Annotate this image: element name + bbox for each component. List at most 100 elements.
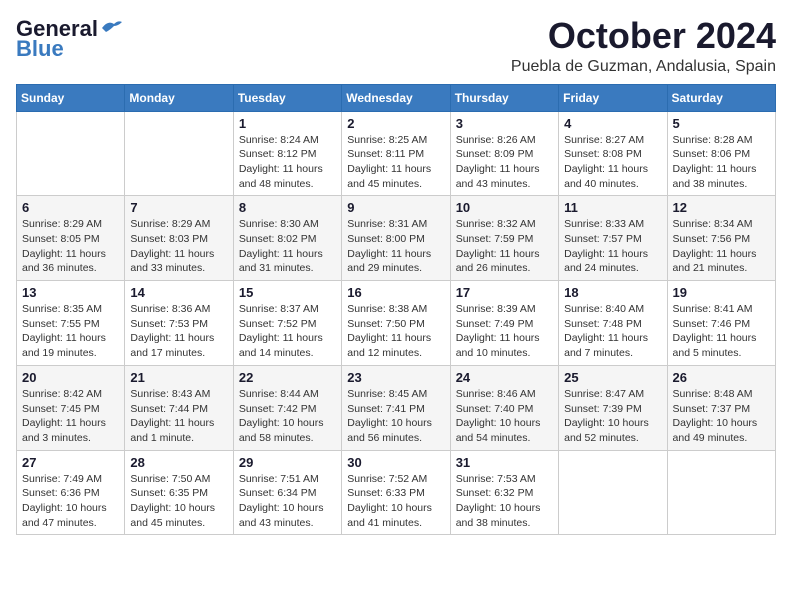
day-number: 31 bbox=[456, 455, 553, 470]
logo: General Blue bbox=[16, 16, 122, 62]
calendar-cell: 20 Sunrise: 8:42 AM Sunset: 7:45 PM Dayli… bbox=[17, 365, 125, 450]
day-number: 6 bbox=[22, 200, 119, 215]
day-number: 5 bbox=[673, 116, 770, 131]
day-info: Sunrise: 8:24 AM Sunset: 8:12 PM Dayligh… bbox=[239, 133, 336, 192]
day-info: Sunrise: 8:45 AM Sunset: 7:41 PM Dayligh… bbox=[347, 387, 444, 446]
day-number: 23 bbox=[347, 370, 444, 385]
day-info: Sunrise: 8:44 AM Sunset: 7:42 PM Dayligh… bbox=[239, 387, 336, 446]
calendar-table: SundayMondayTuesdayWednesdayThursdayFrid… bbox=[16, 84, 776, 536]
calendar-cell: 31 Sunrise: 7:53 AM Sunset: 6:32 PM Dayli… bbox=[450, 450, 558, 535]
day-info: Sunrise: 8:35 AM Sunset: 7:55 PM Dayligh… bbox=[22, 302, 119, 361]
logo-blue-text: Blue bbox=[16, 36, 64, 62]
calendar-cell: 6 Sunrise: 8:29 AM Sunset: 8:05 PM Daylig… bbox=[17, 196, 125, 281]
calendar-cell: 15 Sunrise: 8:37 AM Sunset: 7:52 PM Dayli… bbox=[233, 281, 341, 366]
day-number: 11 bbox=[564, 200, 661, 215]
day-info: Sunrise: 7:50 AM Sunset: 6:35 PM Dayligh… bbox=[130, 472, 227, 531]
calendar-week-row: 1Sunrise: 8:24 AM Sunset: 8:12 PM Daylig… bbox=[17, 111, 776, 196]
calendar-cell: 30Sunrise: 7:52 AM Sunset: 6:33 PM Dayli… bbox=[342, 450, 450, 535]
calendar-cell bbox=[559, 450, 667, 535]
day-info: Sunrise: 7:53 AM Sunset: 6:32 PM Dayligh… bbox=[456, 472, 553, 531]
day-number: 7 bbox=[130, 200, 227, 215]
calendar-cell: 11 Sunrise: 8:33 AM Sunset: 7:57 PM Dayli… bbox=[559, 196, 667, 281]
calendar-cell: 29 Sunrise: 7:51 AM Sunset: 6:34 PM Dayli… bbox=[233, 450, 341, 535]
day-number: 28 bbox=[130, 455, 227, 470]
day-number: 24 bbox=[456, 370, 553, 385]
day-info: Sunrise: 8:30 AM Sunset: 8:02 PM Dayligh… bbox=[239, 217, 336, 276]
logo-bird-icon bbox=[100, 18, 122, 36]
day-number: 25 bbox=[564, 370, 661, 385]
col-header-saturday: Saturday bbox=[667, 84, 775, 111]
day-number: 2 bbox=[347, 116, 444, 131]
calendar-cell: 28 Sunrise: 7:50 AM Sunset: 6:35 PM Dayli… bbox=[125, 450, 233, 535]
day-number: 3 bbox=[456, 116, 553, 131]
calendar-cell: 14 Sunrise: 8:36 AM Sunset: 7:53 PM Dayli… bbox=[125, 281, 233, 366]
day-number: 22 bbox=[239, 370, 336, 385]
calendar-cell: 7Sunrise: 8:29 AM Sunset: 8:03 PM Daylig… bbox=[125, 196, 233, 281]
day-number: 19 bbox=[673, 285, 770, 300]
col-header-wednesday: Wednesday bbox=[342, 84, 450, 111]
day-info: Sunrise: 8:31 AM Sunset: 8:00 PM Dayligh… bbox=[347, 217, 444, 276]
calendar-cell: 10Sunrise: 8:32 AM Sunset: 7:59 PM Dayli… bbox=[450, 196, 558, 281]
day-info: Sunrise: 8:41 AM Sunset: 7:46 PM Dayligh… bbox=[673, 302, 770, 361]
day-number: 21 bbox=[130, 370, 227, 385]
day-info: Sunrise: 8:39 AM Sunset: 7:49 PM Dayligh… bbox=[456, 302, 553, 361]
day-number: 9 bbox=[347, 200, 444, 215]
day-info: Sunrise: 7:51 AM Sunset: 6:34 PM Dayligh… bbox=[239, 472, 336, 531]
calendar-header-row: SundayMondayTuesdayWednesdayThursdayFrid… bbox=[17, 84, 776, 111]
day-number: 14 bbox=[130, 285, 227, 300]
calendar-cell: 13 Sunrise: 8:35 AM Sunset: 7:55 PM Dayli… bbox=[17, 281, 125, 366]
day-info: Sunrise: 8:28 AM Sunset: 8:06 PM Dayligh… bbox=[673, 133, 770, 192]
day-info: Sunrise: 8:33 AM Sunset: 7:57 PM Dayligh… bbox=[564, 217, 661, 276]
calendar-cell: 3 Sunrise: 8:26 AM Sunset: 8:09 PM Daylig… bbox=[450, 111, 558, 196]
day-number: 16 bbox=[347, 285, 444, 300]
day-info: Sunrise: 8:40 AM Sunset: 7:48 PM Dayligh… bbox=[564, 302, 661, 361]
day-info: Sunrise: 8:47 AM Sunset: 7:39 PM Dayligh… bbox=[564, 387, 661, 446]
calendar-cell: 2 Sunrise: 8:25 AM Sunset: 8:11 PM Daylig… bbox=[342, 111, 450, 196]
calendar-cell: 4 Sunrise: 8:27 AM Sunset: 8:08 PM Daylig… bbox=[559, 111, 667, 196]
day-info: Sunrise: 8:38 AM Sunset: 7:50 PM Dayligh… bbox=[347, 302, 444, 361]
day-number: 17 bbox=[456, 285, 553, 300]
day-number: 29 bbox=[239, 455, 336, 470]
day-number: 4 bbox=[564, 116, 661, 131]
calendar-cell bbox=[125, 111, 233, 196]
calendar-cell: 22 Sunrise: 8:44 AM Sunset: 7:42 PM Dayli… bbox=[233, 365, 341, 450]
day-number: 27 bbox=[22, 455, 119, 470]
day-number: 26 bbox=[673, 370, 770, 385]
col-header-friday: Friday bbox=[559, 84, 667, 111]
col-header-tuesday: Tuesday bbox=[233, 84, 341, 111]
col-header-thursday: Thursday bbox=[450, 84, 558, 111]
day-info: Sunrise: 8:26 AM Sunset: 8:09 PM Dayligh… bbox=[456, 133, 553, 192]
calendar-cell: 1Sunrise: 8:24 AM Sunset: 8:12 PM Daylig… bbox=[233, 111, 341, 196]
calendar-cell: 21 Sunrise: 8:43 AM Sunset: 7:44 PM Dayli… bbox=[125, 365, 233, 450]
col-header-monday: Monday bbox=[125, 84, 233, 111]
day-info: Sunrise: 8:25 AM Sunset: 8:11 PM Dayligh… bbox=[347, 133, 444, 192]
col-header-sunday: Sunday bbox=[17, 84, 125, 111]
day-info: Sunrise: 8:34 AM Sunset: 7:56 PM Dayligh… bbox=[673, 217, 770, 276]
day-number: 13 bbox=[22, 285, 119, 300]
day-info: Sunrise: 8:32 AM Sunset: 7:59 PM Dayligh… bbox=[456, 217, 553, 276]
day-number: 8 bbox=[239, 200, 336, 215]
day-info: Sunrise: 8:27 AM Sunset: 8:08 PM Dayligh… bbox=[564, 133, 661, 192]
day-info: Sunrise: 8:42 AM Sunset: 7:45 PM Dayligh… bbox=[22, 387, 119, 446]
day-info: Sunrise: 8:29 AM Sunset: 8:05 PM Dayligh… bbox=[22, 217, 119, 276]
calendar-cell: 26Sunrise: 8:48 AM Sunset: 7:37 PM Dayli… bbox=[667, 365, 775, 450]
calendar-week-row: 27Sunrise: 7:49 AM Sunset: 6:36 PM Dayli… bbox=[17, 450, 776, 535]
calendar-cell: 27Sunrise: 7:49 AM Sunset: 6:36 PM Dayli… bbox=[17, 450, 125, 535]
calendar-cell bbox=[17, 111, 125, 196]
page-header: General Blue October 2024 Puebla de Guzm… bbox=[16, 16, 776, 76]
day-number: 12 bbox=[673, 200, 770, 215]
day-info: Sunrise: 7:52 AM Sunset: 6:33 PM Dayligh… bbox=[347, 472, 444, 531]
calendar-week-row: 6 Sunrise: 8:29 AM Sunset: 8:05 PM Daylig… bbox=[17, 196, 776, 281]
day-number: 20 bbox=[22, 370, 119, 385]
calendar-cell: 9 Sunrise: 8:31 AM Sunset: 8:00 PM Daylig… bbox=[342, 196, 450, 281]
calendar-cell: 24Sunrise: 8:46 AM Sunset: 7:40 PM Dayli… bbox=[450, 365, 558, 450]
calendar-week-row: 13 Sunrise: 8:35 AM Sunset: 7:55 PM Dayli… bbox=[17, 281, 776, 366]
day-number: 15 bbox=[239, 285, 336, 300]
calendar-cell: 25 Sunrise: 8:47 AM Sunset: 7:39 PM Dayli… bbox=[559, 365, 667, 450]
day-info: Sunrise: 8:36 AM Sunset: 7:53 PM Dayligh… bbox=[130, 302, 227, 361]
calendar-week-row: 20 Sunrise: 8:42 AM Sunset: 7:45 PM Dayli… bbox=[17, 365, 776, 450]
day-info: Sunrise: 8:43 AM Sunset: 7:44 PM Dayligh… bbox=[130, 387, 227, 446]
day-info: Sunrise: 8:37 AM Sunset: 7:52 PM Dayligh… bbox=[239, 302, 336, 361]
calendar-cell bbox=[667, 450, 775, 535]
location-text: Puebla de Guzman, Andalusia, Spain bbox=[511, 58, 776, 76]
